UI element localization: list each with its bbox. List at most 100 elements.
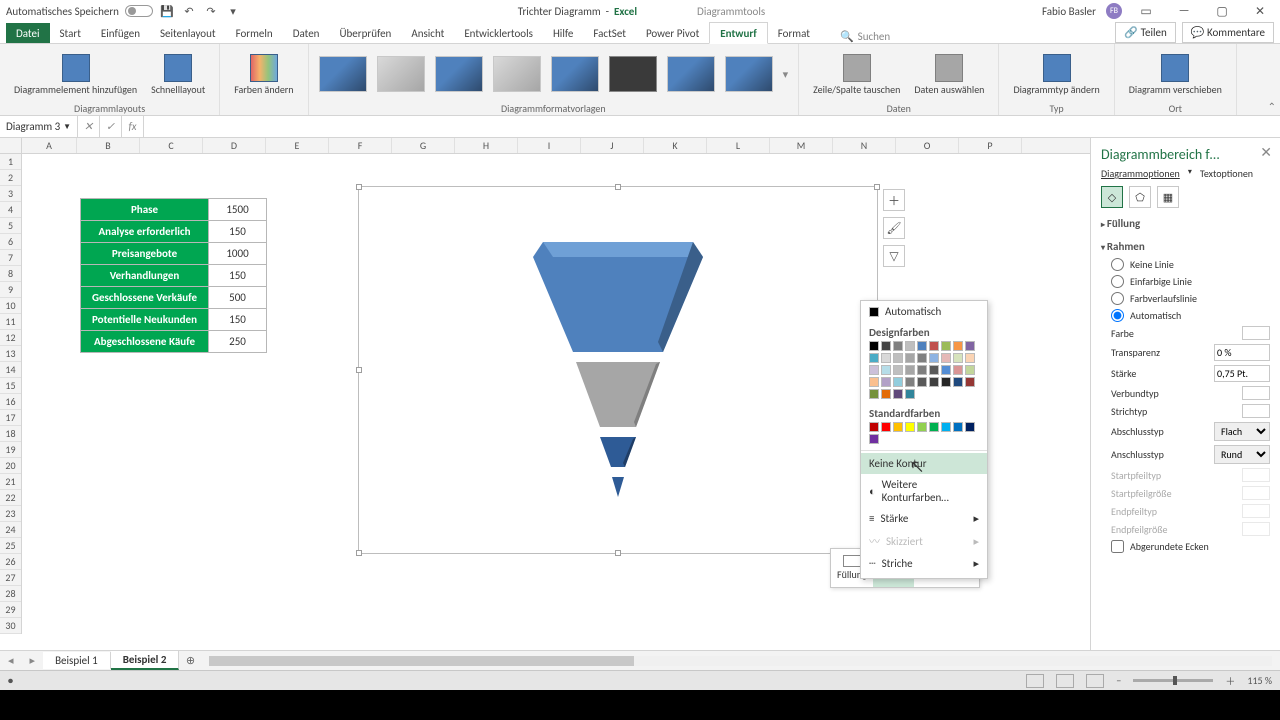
column-header[interactable]: L [707,138,770,153]
user-name[interactable]: Fabio Basler [1042,5,1096,18]
macro-record-icon[interactable]: ⏺ [8,674,13,687]
select-data-button[interactable]: Daten auswählen [910,52,988,97]
tab-view[interactable]: Ansicht [401,23,454,43]
column-header[interactable]: F [329,138,392,153]
row-header[interactable]: 29 [0,602,21,618]
horizontal-scrollbar[interactable] [209,656,1272,666]
table-row[interactable]: Analyse erforderlich [81,221,209,243]
row-header[interactable]: 28 [0,586,21,602]
row-header[interactable]: 10 [0,298,21,314]
search-icon[interactable]: 🔍 [840,30,854,43]
cancel-fx-icon[interactable]: ✕ [78,116,100,137]
quick-layout-button[interactable]: Schnelllayout [147,52,209,97]
row-header[interactable]: 7 [0,250,21,266]
row-header[interactable]: 4 [0,202,21,218]
style-gallery-more-icon[interactable]: ▾ [783,68,789,81]
data-table[interactable]: Phase1500 Analyse erforderlich150 Preisa… [80,198,267,353]
pane-icon-fill-line[interactable]: ◇ [1101,186,1123,208]
comments-button[interactable]: 💬 Kommentare [1182,22,1274,43]
view-pagelayout-icon[interactable] [1056,674,1074,688]
minimize-icon[interactable]: — [1170,2,1198,20]
collapse-ribbon-icon[interactable]: ⌃ [1268,100,1276,113]
select-all-cell[interactable] [0,138,22,154]
pane-close-icon[interactable]: ✕ [1260,144,1272,161]
chart-style-5[interactable] [551,56,599,92]
row-header[interactable]: 2 [0,170,21,186]
tab-file[interactable]: Datei [6,23,50,43]
row-headers[interactable]: 1234567891011121314151617181920212223242… [0,154,22,634]
sheet-nav-prev-icon[interactable]: ◂ [0,654,22,667]
column-header[interactable]: D [203,138,266,153]
maximize-icon[interactable]: ▢ [1208,2,1236,20]
search-label[interactable]: Suchen [858,30,891,43]
tab-data[interactable]: Daten [283,23,330,43]
cap-type-select[interactable]: Flach [1214,422,1270,441]
radio-solid-line[interactable] [1111,275,1124,288]
tab-start[interactable]: Start [50,23,91,43]
tab-help[interactable]: Hilfe [543,23,583,43]
change-chart-type-button[interactable]: Diagrammtyp ändern [1009,52,1103,97]
name-box[interactable]: Diagramm 3▼ [0,116,78,137]
chart-elements-button[interactable]: ＋ [883,189,905,211]
picker-more-colors[interactable]: ◐Weitere Konturfarben… [861,474,987,508]
table-row[interactable]: Verhandlungen [81,265,209,287]
share-button[interactable]: 🔗 Teilen [1115,22,1175,43]
row-header[interactable]: 11 [0,314,21,330]
column-header[interactable]: E [266,138,329,153]
table-row[interactable]: Potentielle Neukunden [81,309,209,331]
outline-color-picker[interactable]: Automatisch Designfarben Standardfarben … [860,300,988,579]
row-header[interactable]: 21 [0,474,21,490]
chart-style-2[interactable] [377,56,425,92]
change-colors-button[interactable]: Farben ändern [230,52,297,97]
resize-handle[interactable] [356,367,362,373]
row-header[interactable]: 19 [0,442,21,458]
row-header[interactable]: 17 [0,410,21,426]
row-header[interactable]: 25 [0,538,21,554]
user-avatar[interactable]: FB [1106,3,1122,19]
chart-style-6[interactable] [609,56,657,92]
column-header[interactable]: H [455,138,518,153]
tab-format[interactable]: Format [768,23,820,43]
pane-icon-size[interactable]: ▦ [1157,186,1179,208]
pane-tab-text-options[interactable]: Textoptionen [1200,167,1253,180]
ribbon-mode-icon[interactable]: ▭ [1132,2,1160,20]
row-header[interactable]: 26 [0,554,21,570]
zoom-out-icon[interactable]: − [1116,674,1121,687]
resize-handle[interactable] [615,184,621,190]
pane-icon-effects[interactable]: ⬠ [1129,186,1151,208]
chart-style-7[interactable] [667,56,715,92]
pane-tab-chart-options[interactable]: Diagrammoptionen [1101,167,1180,180]
row-header[interactable]: 14 [0,362,21,378]
column-header[interactable]: K [644,138,707,153]
confirm-fx-icon[interactable]: ✓ [100,116,122,137]
tab-pagelayout[interactable]: Seitenlayout [150,23,226,43]
move-chart-button[interactable]: Diagramm verschieben [1125,52,1226,97]
column-header[interactable]: I [518,138,581,153]
section-fill[interactable]: Füllung [1101,214,1270,233]
table-row[interactable]: Geschlossene Verkäufe [81,287,209,309]
zoom-in-icon[interactable]: ＋ [1225,673,1235,688]
table-header-key[interactable]: Phase [81,199,209,221]
theme-color-swatches[interactable] [861,341,987,403]
join-type-select[interactable]: Rund [1214,445,1270,464]
tab-powerpivot[interactable]: Power Pivot [636,23,709,43]
chart-styles-button[interactable]: 🖌 [883,217,905,239]
picker-dashes[interactable]: ┄Striche▸ [861,553,987,574]
column-header[interactable]: M [770,138,833,153]
column-header[interactable]: A [22,138,77,153]
compound-type-button[interactable] [1242,386,1270,400]
chart-filter-button[interactable]: ▽ [883,245,905,267]
tab-factset[interactable]: FactSet [583,23,636,43]
switch-row-col-button[interactable]: Zeile/Spalte tauschen [809,52,904,97]
table-row[interactable]: Abgeschlossene Käufe [81,331,209,353]
row-header[interactable]: 20 [0,458,21,474]
column-header[interactable]: B [77,138,140,153]
column-header[interactable]: G [392,138,455,153]
undo-icon[interactable]: ↶ [181,3,197,19]
row-header[interactable]: 15 [0,378,21,394]
tab-developer[interactable]: Entwicklertools [454,23,543,43]
autosave-toggle[interactable] [125,5,153,17]
view-normal-icon[interactable] [1026,674,1044,688]
fx-icon[interactable]: fx [122,116,144,137]
sheet-tab-1[interactable]: Beispiel 1 [43,652,111,669]
